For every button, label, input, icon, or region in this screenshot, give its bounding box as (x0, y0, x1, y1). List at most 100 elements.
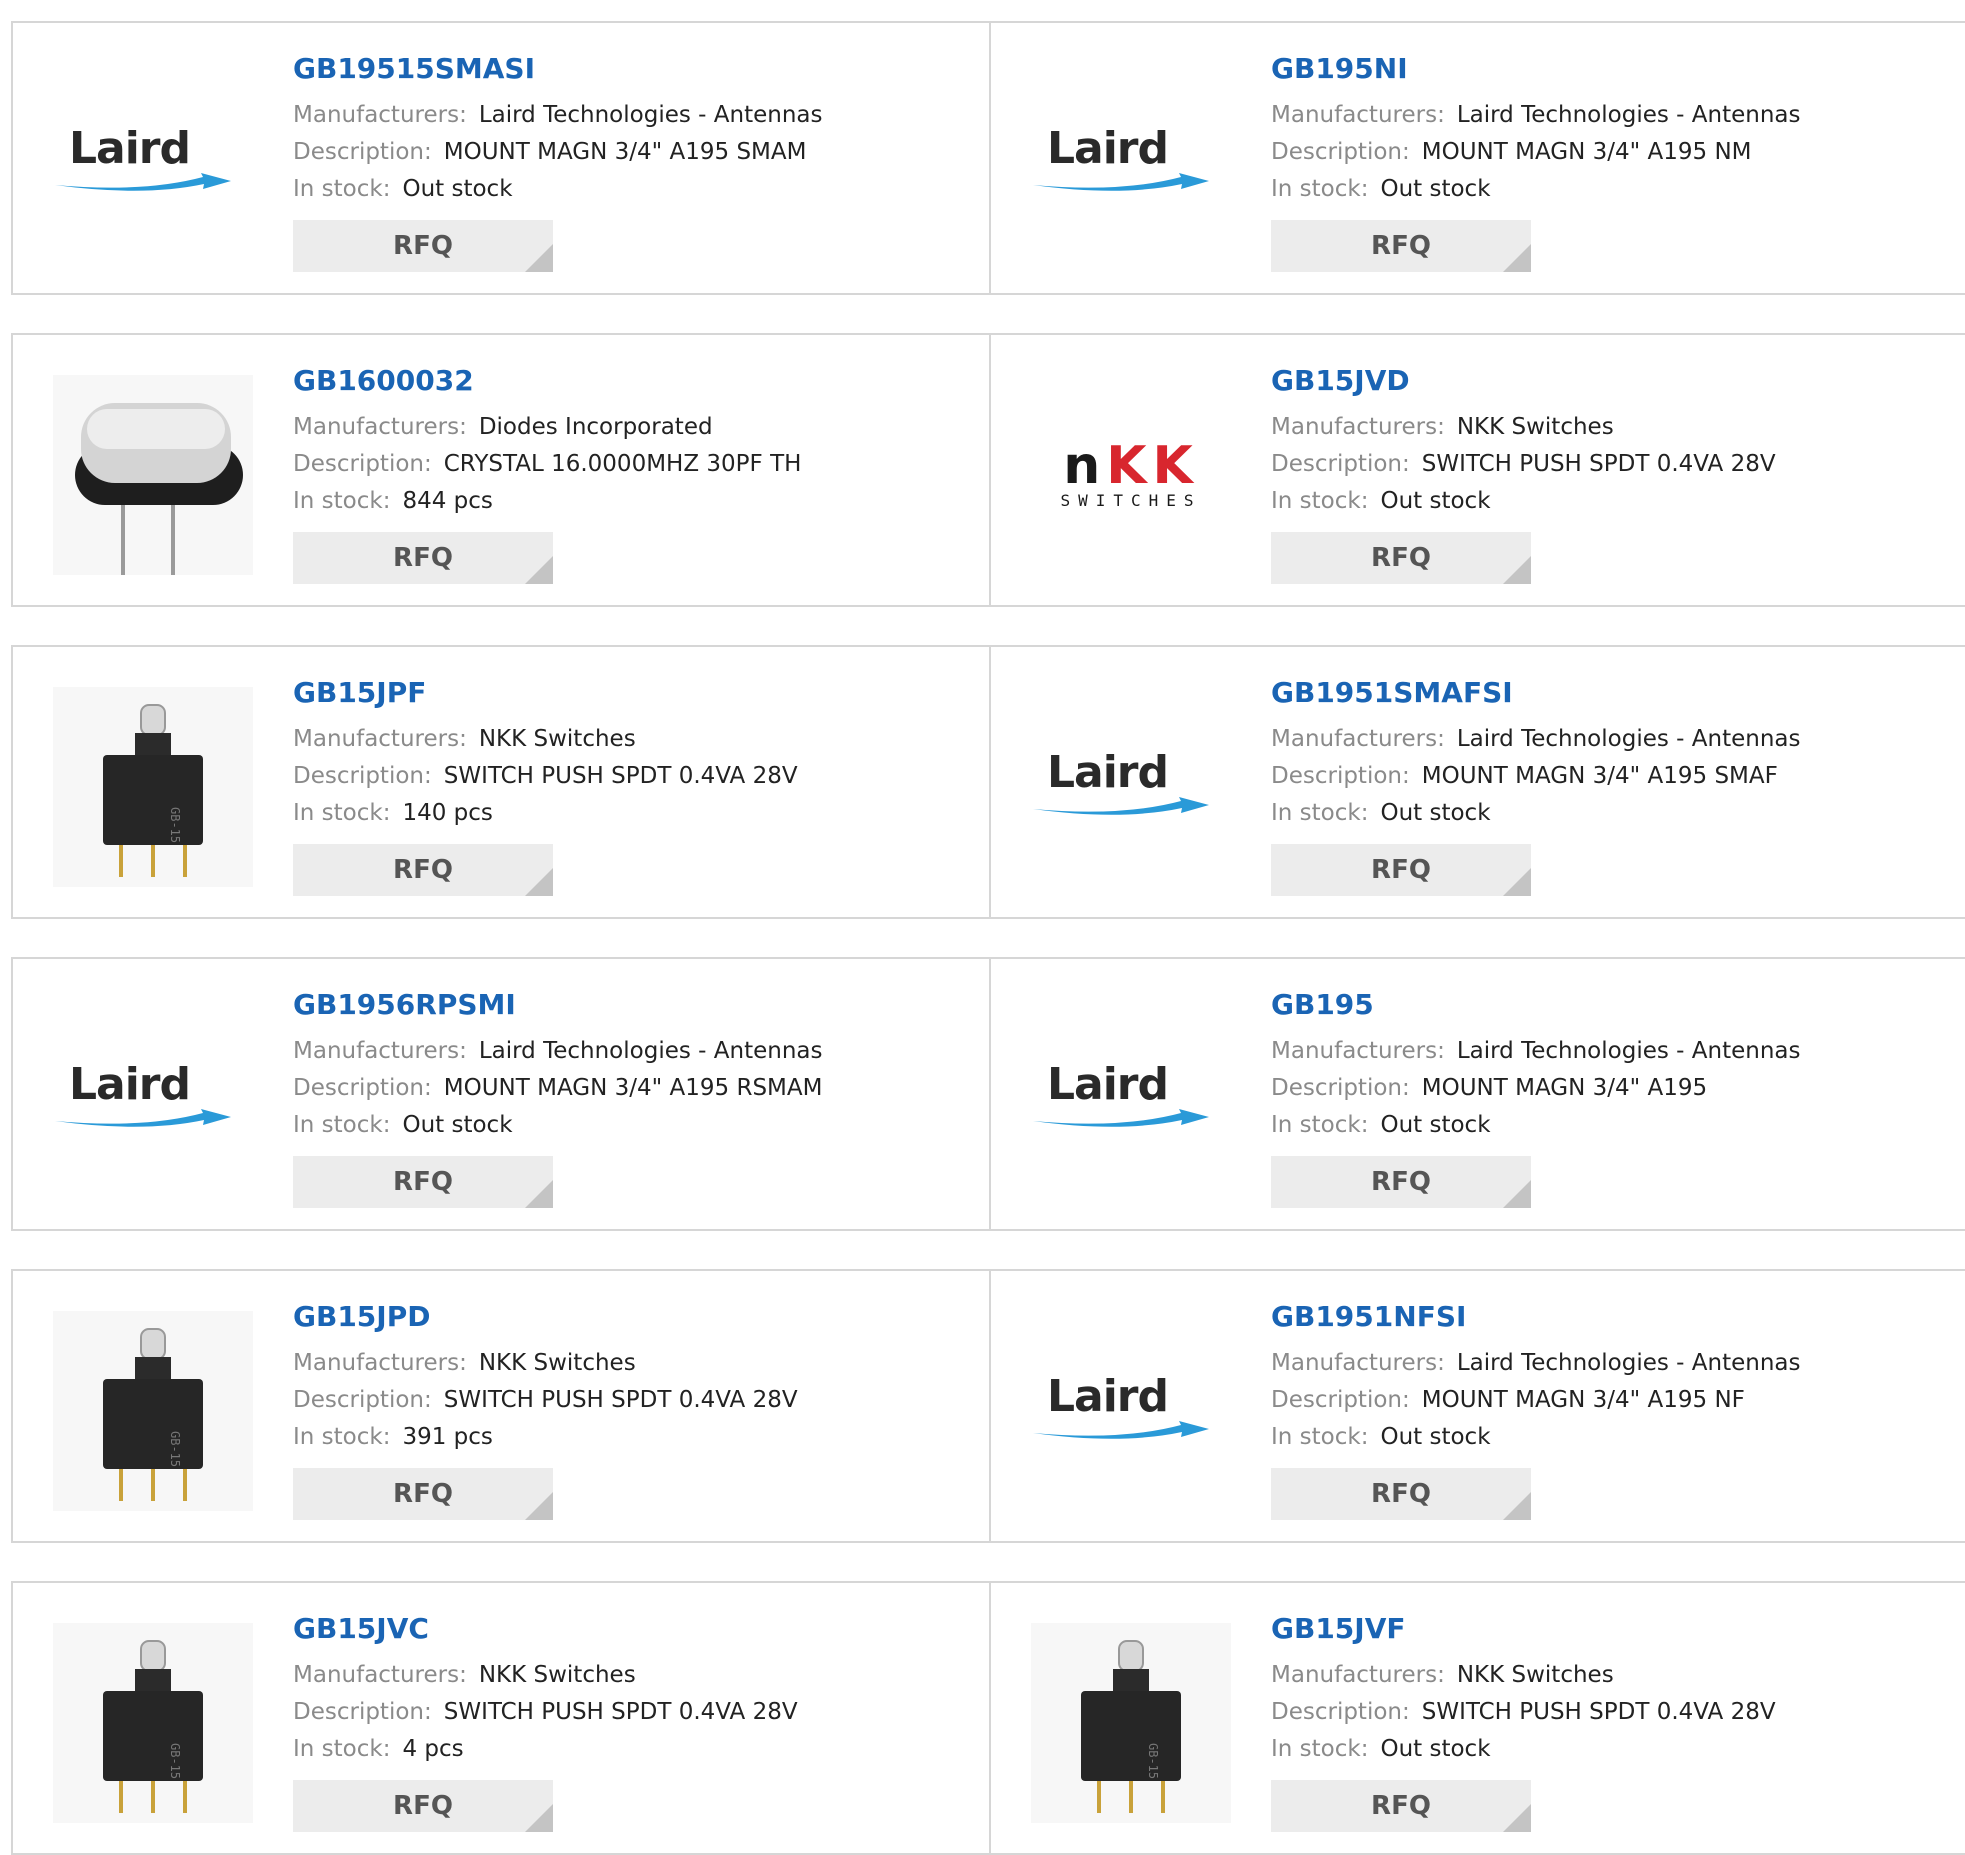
product-thumbnail[interactable]: nKK SWITCHES (1031, 375, 1231, 575)
product-thumbnail[interactable]: Laird (1031, 687, 1231, 887)
rfq-button[interactable]: RFQ (293, 1780, 553, 1832)
part-number-link[interactable]: GB15JPD (293, 1299, 798, 1335)
manufacturer-value: Laird Technologies - Antennas (1456, 726, 1801, 752)
manufacturer-label: Manufacturers: (1271, 1350, 1445, 1376)
rfq-button[interactable]: RFQ (293, 220, 553, 272)
stock-line: In stock: Out stock (1271, 1419, 1800, 1456)
manufacturer-label: Manufacturers: (1271, 726, 1445, 752)
rfq-label: RFQ (1371, 1479, 1431, 1509)
manufacturer-value: Diodes Incorporated (478, 414, 713, 440)
product-thumbnail[interactable]: GB-15 (1031, 1623, 1231, 1823)
description-value: SWITCH PUSH SPDT 0.4VA 28V (443, 1387, 798, 1413)
product-info: GB15JPF Manufacturers: NKK Switches Descr… (293, 675, 798, 896)
part-number-link[interactable]: GB15JPF (293, 675, 798, 711)
product-info: GB1600032 Manufacturers: Diodes Incorpora… (293, 363, 801, 584)
rfq-button[interactable]: RFQ (293, 1468, 553, 1520)
stock-label: In stock: (293, 1112, 391, 1138)
description-line: Description: SWITCH PUSH SPDT 0.4VA 28V (293, 1694, 798, 1731)
product-info: GB1951NFSI Manufacturers: Laird Technolog… (1271, 1299, 1800, 1520)
product-thumbnail[interactable] (53, 375, 253, 575)
laird-logo: Laird (1031, 747, 1231, 827)
description-value: SWITCH PUSH SPDT 0.4VA 28V (1421, 451, 1776, 477)
manufacturer-value: Laird Technologies - Antennas (478, 1038, 823, 1064)
part-number-link[interactable]: GB15JVC (293, 1611, 798, 1647)
description-value: MOUNT MAGN 3/4" A195 SMAF (1421, 763, 1778, 789)
part-number-link[interactable]: GB195NI (1271, 51, 1800, 87)
rfq-button[interactable]: RFQ (293, 532, 553, 584)
manufacturer-line: Manufacturers: Laird Technologies - Anten… (293, 1033, 822, 1070)
product-thumbnail[interactable]: GB-15 (53, 687, 253, 887)
product-info: GB195NI Manufacturers: Laird Technologies… (1271, 51, 1800, 272)
part-number-link[interactable]: GB19515SMASI (293, 51, 822, 87)
product-info: GB1956RPSMI Manufacturers: Laird Technolo… (293, 987, 822, 1208)
part-number-link[interactable]: GB1951NFSI (1271, 1299, 1800, 1335)
manufacturer-line: Manufacturers: Laird Technologies - Anten… (1271, 721, 1800, 758)
product-thumbnail[interactable]: Laird (1031, 999, 1231, 1199)
stock-line: In stock: 391 pcs (293, 1419, 798, 1456)
part-number-link[interactable]: GB195 (1271, 987, 1800, 1023)
description-line: Description: CRYSTAL 16.0000MHZ 30PF TH (293, 446, 801, 483)
stock-label: In stock: (1271, 1736, 1369, 1762)
description-line: Description: MOUNT MAGN 3/4" A195 SMAM (293, 134, 822, 171)
product-thumbnail[interactable]: Laird (53, 63, 253, 263)
rfq-button[interactable]: RFQ (293, 1156, 553, 1208)
product-thumbnail[interactable]: Laird (1031, 1311, 1231, 1511)
manufacturer-value: Laird Technologies - Antennas (1456, 1350, 1801, 1376)
rfq-corner-icon (525, 1492, 553, 1520)
product-thumbnail[interactable]: Laird (1031, 63, 1231, 263)
rfq-button[interactable]: RFQ (1271, 1468, 1531, 1520)
stock-line: In stock: Out stock (1271, 1731, 1776, 1768)
product-thumbnail[interactable]: Laird (53, 999, 253, 1199)
stock-line: In stock: Out stock (1271, 171, 1800, 208)
rfq-label: RFQ (1371, 855, 1431, 885)
manufacturer-label: Manufacturers: (293, 1038, 467, 1064)
description-line: Description: MOUNT MAGN 3/4" A195 NM (1271, 134, 1800, 171)
product-card: Laird GB1951SMAFSI Manufacturers: Laird T… (991, 647, 1965, 917)
rfq-button[interactable]: RFQ (1271, 1780, 1531, 1832)
description-line: Description: MOUNT MAGN 3/4" A195 SMAF (1271, 758, 1800, 795)
rfq-button[interactable]: RFQ (1271, 1156, 1531, 1208)
rfq-button[interactable]: RFQ (1271, 532, 1531, 584)
description-label: Description: (1271, 451, 1410, 477)
description-label: Description: (293, 1699, 432, 1725)
stock-value: Out stock (1380, 1112, 1491, 1138)
stock-line: In stock: 844 pcs (293, 483, 801, 520)
description-value: SWITCH PUSH SPDT 0.4VA 28V (443, 1699, 798, 1725)
part-number-link[interactable]: GB1956RPSMI (293, 987, 822, 1023)
rfq-label: RFQ (1371, 1167, 1431, 1197)
product-info: GB15JVC Manufacturers: NKK Switches Descr… (293, 1611, 798, 1832)
manufacturer-label: Manufacturers: (293, 1662, 467, 1688)
manufacturer-value: NKK Switches (1456, 1662, 1614, 1688)
manufacturer-line: Manufacturers: Laird Technologies - Anten… (1271, 1345, 1800, 1382)
part-number-link[interactable]: GB1600032 (293, 363, 801, 399)
product-info: GB1951SMAFSI Manufacturers: Laird Technol… (1271, 675, 1800, 896)
part-number-link[interactable]: GB1951SMAFSI (1271, 675, 1800, 711)
manufacturer-value: NKK Switches (1456, 414, 1614, 440)
manufacturer-label: Manufacturers: (293, 102, 467, 128)
laird-swoosh-icon (1033, 173, 1209, 191)
part-number-link[interactable]: GB15JVF (1271, 1611, 1776, 1647)
laird-swoosh-icon (1033, 797, 1209, 815)
description-value: MOUNT MAGN 3/4" A195 (1421, 1075, 1708, 1101)
product-row: Laird GB19515SMASI Manufacturers: Laird T… (11, 21, 1965, 295)
manufacturer-line: Manufacturers: Laird Technologies - Anten… (1271, 97, 1800, 134)
laird-logo: Laird (1031, 1371, 1231, 1451)
stock-line: In stock: Out stock (293, 171, 822, 208)
rfq-button[interactable]: RFQ (1271, 844, 1531, 896)
part-number-link[interactable]: GB15JVD (1271, 363, 1776, 399)
description-label: Description: (293, 1387, 432, 1413)
laird-logo: Laird (1031, 1059, 1231, 1139)
manufacturer-label: Manufacturers: (1271, 1662, 1445, 1688)
description-line: Description: MOUNT MAGN 3/4" A195 NF (1271, 1382, 1800, 1419)
rfq-button[interactable]: RFQ (1271, 220, 1531, 272)
stock-line: In stock: Out stock (1271, 795, 1800, 832)
rfq-button[interactable]: RFQ (293, 844, 553, 896)
stock-line: In stock: Out stock (1271, 1107, 1800, 1144)
stock-line: In stock: Out stock (1271, 483, 1776, 520)
push-switch-image: GB-15 (1031, 1623, 1231, 1823)
stock-value: Out stock (402, 176, 513, 202)
stock-line: In stock: Out stock (293, 1107, 822, 1144)
stock-label: In stock: (293, 800, 391, 826)
product-thumbnail[interactable]: GB-15 (53, 1623, 253, 1823)
product-thumbnail[interactable]: GB-15 (53, 1311, 253, 1511)
